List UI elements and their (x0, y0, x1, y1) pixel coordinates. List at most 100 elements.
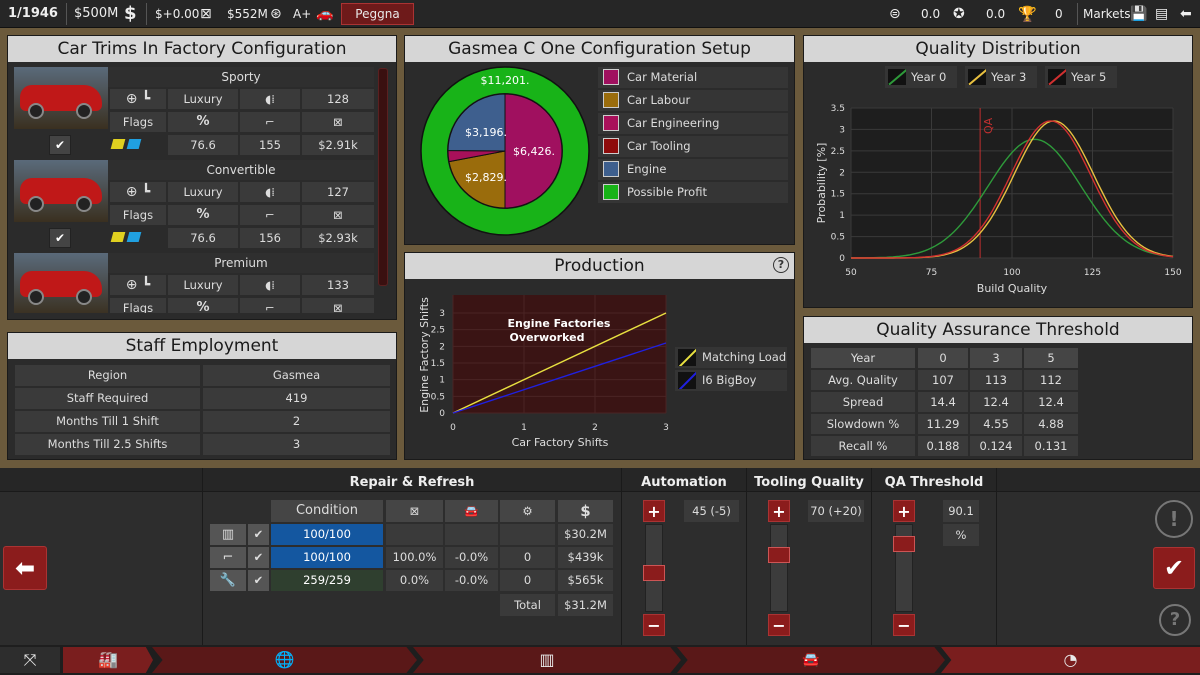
qa-slider-thumb[interactable] (893, 535, 915, 552)
back-icon[interactable]: ⬅ (1180, 0, 1192, 28)
production-chart: 0 0.5 1 1.5 2 2.5 3 0 1 2 3 Engine Factories Overw… (418, 295, 669, 449)
qa-minus-button[interactable]: − (893, 614, 915, 636)
legend-label: Year 0 (911, 70, 947, 84)
repair-col-c: 0 (500, 570, 555, 591)
automation-slider[interactable] (643, 524, 665, 612)
blue-flag-icon (126, 232, 142, 242)
legend-line (1048, 69, 1066, 85)
qa-label: QA (982, 117, 995, 134)
qa-table-cell: 14.4 (918, 392, 968, 412)
qa-table-cell: 12.4 (1024, 392, 1078, 412)
nav-split-icon[interactable]: ⤧ (0, 647, 60, 673)
stat1-display: 0.0 (921, 7, 941, 21)
automation-slider-thumb[interactable] (643, 564, 665, 581)
tooling-slider-thumb[interactable] (768, 546, 790, 563)
qa-table-cell: 4.55 (970, 414, 1022, 434)
repair-condition[interactable]: 259/259 (271, 570, 383, 591)
pie-label-labour: $2,829. (465, 171, 507, 184)
repair-condition[interactable]: 100/100 (271, 547, 383, 568)
trim-sold: 133 (302, 275, 374, 295)
qa-table-cell: 0.188 (918, 436, 968, 456)
y-tick-label: 1 (839, 211, 845, 221)
nav-factory-tab[interactable]: 🏭 (63, 647, 153, 673)
checkbox-checked[interactable]: ✔ (49, 228, 71, 248)
qa-threshold-title: Quality Assurance Threshold (804, 317, 1192, 343)
confirm-button[interactable]: ✔ (1153, 547, 1195, 589)
tooling-quality-title: Tooling Quality (754, 475, 864, 490)
headlight-icon: ◖⁞ (240, 182, 300, 202)
qa-table-cell: Avg. Quality (811, 370, 915, 390)
qa-unit: % (943, 524, 979, 546)
cost-pie-chart: $11,201. $3,196. $6,426. $2,829. (420, 66, 590, 236)
trophy-icon: 🏆 (1018, 5, 1037, 23)
legend-line (678, 349, 696, 366)
car-thumbnail (14, 160, 108, 222)
trims-scrollbar[interactable] (378, 68, 388, 286)
trim-name: Premium (108, 253, 374, 273)
company-name[interactable]: Peggna (341, 3, 414, 25)
automation-minus-button[interactable]: − (643, 614, 665, 636)
quality-x-label: Build Quality (977, 282, 1048, 295)
repair-checkbox[interactable]: ✔ (248, 570, 269, 591)
qa-slider[interactable] (893, 524, 915, 612)
y-tick-label: 1.5 (431, 359, 445, 369)
back-button[interactable]: ⬅ (3, 546, 47, 590)
nav-production-tab[interactable]: ▥ (413, 647, 681, 673)
car-icon[interactable]: 🚗 (316, 0, 333, 28)
legend-swatch (603, 184, 619, 200)
menu-icon[interactable]: ▤ (1155, 0, 1168, 28)
repair-col-b: -0.0% (445, 547, 498, 568)
nav-cars-tab[interactable]: 🚘 (677, 647, 945, 673)
repair-checkbox[interactable]: ✔ (248, 547, 269, 568)
x-tick-label: 150 (1164, 268, 1181, 278)
help-circle-icon[interactable]: ? (1159, 604, 1191, 636)
repair-col-c (500, 524, 555, 545)
tooling-minus-button[interactable]: − (768, 614, 790, 636)
x-tick-label: 2 (592, 423, 598, 433)
income-display: $+0.00 (155, 7, 200, 21)
blue-flag-icon (126, 139, 142, 149)
automation-plus-button[interactable]: + (643, 500, 665, 522)
car-wheel (76, 103, 92, 119)
trim-value-1: 76.6 (168, 228, 238, 248)
repair-cost: $565k (558, 570, 613, 591)
trim-tier: Luxury (168, 275, 238, 295)
repair-condition[interactable]: 100/100 (271, 524, 383, 545)
markets-button[interactable]: Markets (1083, 0, 1131, 28)
car-wheel (28, 103, 44, 119)
save-icon[interactable]: 💾 (1130, 0, 1147, 28)
legend-label: Year 5 (1071, 70, 1107, 84)
factory-icon: ▥ (210, 524, 246, 545)
car-trims-title: Car Trims In Factory Configuration (8, 36, 396, 62)
engine-col-icon: ⚙ (500, 500, 555, 522)
quality-chart: 0 0.5 1 1.5 2 2.5 3 3.5 50 75 100 125 150 QA Build Q… (815, 104, 1182, 295)
checkbox-checked[interactable]: ✔ (49, 135, 71, 155)
tooling-plus-button[interactable]: + (768, 500, 790, 522)
help-icon[interactable]: ? (773, 257, 789, 273)
nav-globe-tab[interactable]: 🌐 (152, 647, 417, 673)
x-tick-label: 0 (450, 423, 456, 433)
trim-sold: 127 (302, 182, 374, 202)
legend-line-icon (1048, 69, 1066, 85)
staff-key: Months Till 2.5 Shifts (15, 434, 200, 455)
qa-header-cell: Year (811, 348, 915, 368)
legend-label: Possible Profit (627, 185, 707, 199)
qa-table-cell: 0.131 (1024, 436, 1078, 456)
warning-icon[interactable]: ! (1155, 500, 1193, 538)
staff-value: 2 (203, 411, 390, 432)
repair-checkbox[interactable]: ✔ (248, 524, 269, 545)
value-display: $552M (227, 7, 268, 21)
repair-col-b: -0.0% (445, 570, 498, 591)
star-icon: ✪ (953, 6, 965, 22)
trims-clip (8, 313, 396, 319)
nav-sales-tab[interactable]: ◔ (941, 647, 1200, 673)
tooling-slider[interactable] (768, 524, 790, 612)
x-tick-label: 75 (926, 268, 937, 278)
qa-plus-button[interactable]: + (893, 500, 915, 522)
legend-label: Car Tooling (627, 139, 691, 153)
pie-label-material: $6,426. (513, 145, 555, 158)
repair-cost: $30.2M (558, 524, 613, 545)
overworked-label-1: Engine Factories (508, 317, 611, 330)
total-label: Total (500, 594, 555, 616)
legend-label: Car Labour (627, 93, 691, 107)
